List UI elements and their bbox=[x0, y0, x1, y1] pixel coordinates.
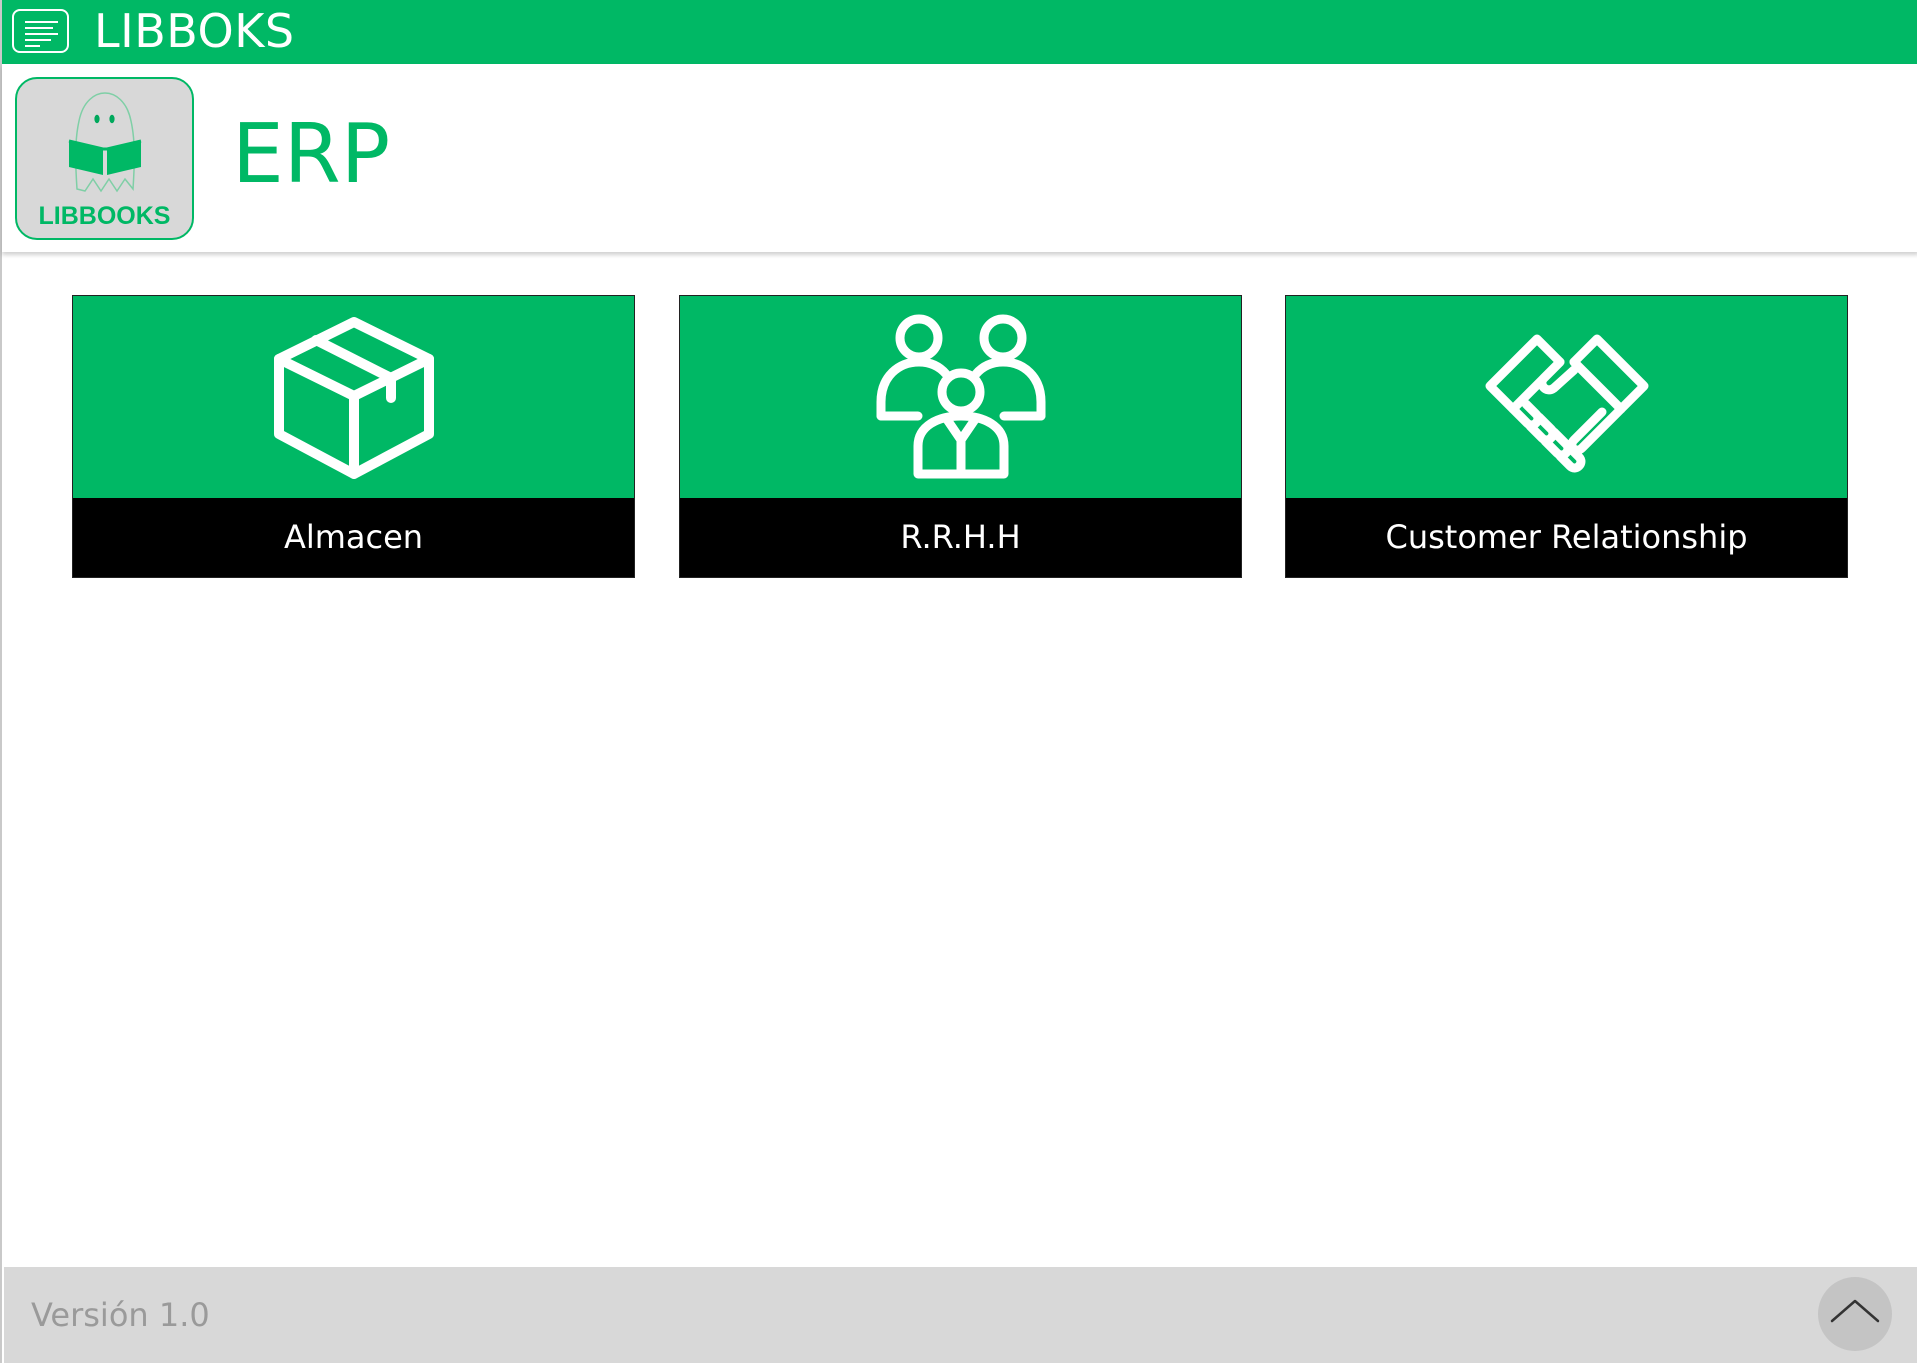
ghost-reading-icon bbox=[68, 92, 142, 193]
scroll-to-top-button[interactable] bbox=[1818, 1277, 1892, 1351]
logo-text: LIBBOOKS bbox=[38, 202, 171, 230]
box-icon bbox=[273, 317, 434, 479]
chevron-up-icon bbox=[1830, 1299, 1880, 1323]
footer: Versión 1.0 bbox=[4, 1267, 1917, 1363]
page-header: LIBBOOKS ERP bbox=[2, 64, 1917, 252]
handshake-icon bbox=[1485, 334, 1648, 473]
module-label: Customer Relationship bbox=[1286, 498, 1847, 577]
card-art bbox=[1286, 296, 1847, 499]
module-label: Almacen bbox=[73, 498, 634, 577]
app-title: LIBBOKS bbox=[94, 4, 295, 58]
module-card-rrhh[interactable]: R.R.H.H bbox=[679, 295, 1242, 578]
app-window: LIBBOKS LIBBOOKS ERP Almacen R.R.H.H Cus… bbox=[0, 0, 1917, 1363]
card-art bbox=[73, 296, 634, 499]
top-bar: LIBBOKS bbox=[2, 0, 1917, 64]
page-title: ERP bbox=[232, 107, 391, 202]
module-label: R.R.H.H bbox=[680, 498, 1241, 577]
module-card-customer-relationship[interactable]: Customer Relationship bbox=[1285, 295, 1848, 578]
card-art bbox=[680, 296, 1241, 499]
module-card-almacen[interactable]: Almacen bbox=[72, 295, 635, 578]
menu-button[interactable] bbox=[12, 9, 69, 53]
libbooks-logo: LIBBOOKS bbox=[15, 77, 194, 240]
people-icon bbox=[876, 314, 1045, 479]
version-text: Versión 1.0 bbox=[31, 1296, 210, 1334]
